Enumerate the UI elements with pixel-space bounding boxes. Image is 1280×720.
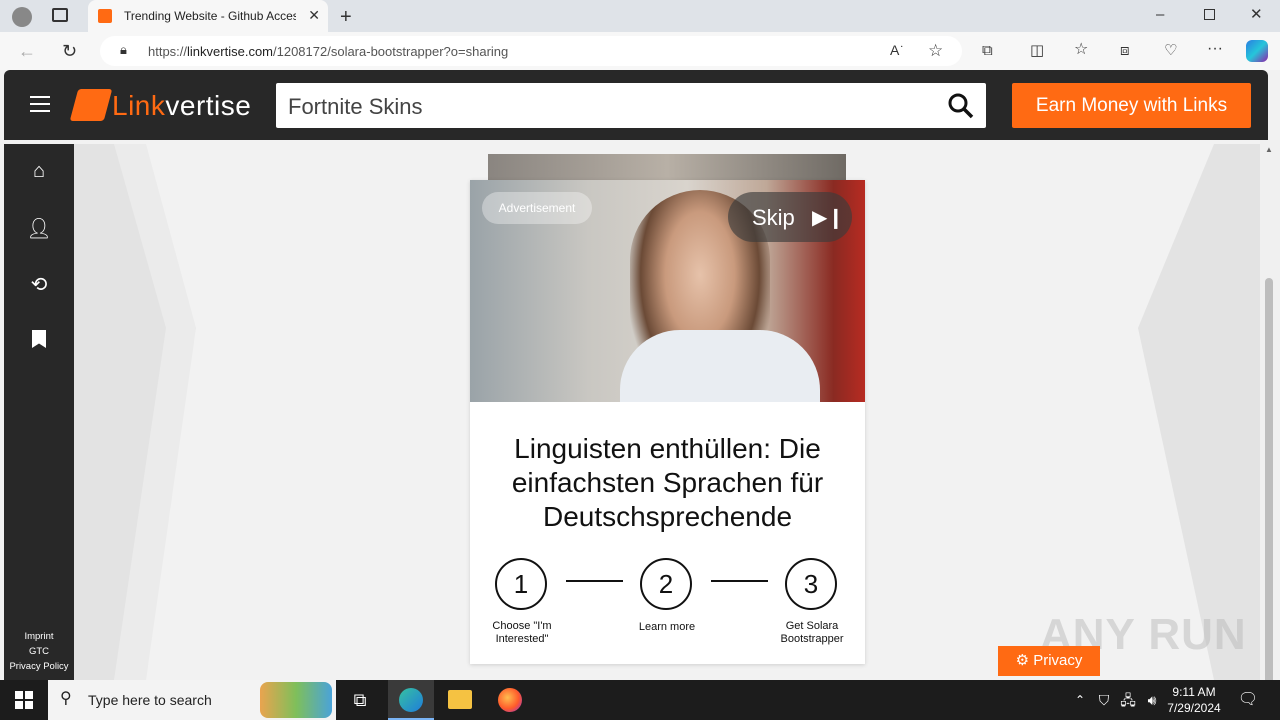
windows-start-icon[interactable] <box>12 688 36 712</box>
restore-icon[interactable] <box>1204 9 1215 20</box>
gear-icon: ⚙ <box>1015 652 1034 669</box>
site-header: Linkvertise Fortnite Skins Earn Money wi… <box>4 70 1268 140</box>
scroll-up-icon[interactable]: ▲ <box>1265 146 1273 154</box>
history-icon[interactable]: ⟲ <box>26 272 52 298</box>
earn-money-button[interactable]: Earn Money with Links <box>1012 83 1251 128</box>
back-icon[interactable]: ← <box>18 42 36 60</box>
tab-title: Trending Website - Github Acces <box>124 9 296 23</box>
browser-toolbar: ← ↻ 🔒︎ https://linkvertise.com/1208172/s… <box>0 32 1280 70</box>
edge-icon <box>399 688 423 712</box>
split-screen-icon[interactable]: ◫ <box>1030 43 1044 58</box>
page-scrollbar[interactable]: ▲ ▼ <box>1260 140 1280 680</box>
lock-icon[interactable]: 🔒︎ <box>120 43 127 56</box>
favicon-icon <box>98 9 112 23</box>
step-1-circle: 1 <box>495 558 547 610</box>
file-explorer-icon[interactable] <box>448 690 472 709</box>
new-tab-icon[interactable]: + <box>340 7 352 27</box>
site-logo[interactable]: Linkvertise <box>112 90 251 122</box>
clock-date: 7/29/2024 <box>1167 701 1221 715</box>
taskbar-search-box[interactable]: ⚲ Type here to search <box>48 680 336 720</box>
extensions-icon[interactable]: ⧉ <box>982 43 993 58</box>
collections-icon[interactable]: ⧈ <box>1120 43 1130 58</box>
taskbar-clock[interactable]: 9:11 AM 7/29/2024 <box>1160 684 1228 716</box>
gtc-link[interactable]: GTC <box>4 644 74 659</box>
advertisement-badge: Advertisement <box>482 192 592 224</box>
network-icon[interactable]: 🖧︎ <box>1116 688 1140 712</box>
security-icon[interactable]: ⛉ <box>1092 688 1116 712</box>
step-connector <box>566 580 623 582</box>
web-page: Linkvertise Fortnite Skins Earn Money wi… <box>0 70 1280 680</box>
home-icon[interactable]: ⌂ <box>26 160 52 186</box>
linkvertise-logo-icon[interactable] <box>69 89 113 121</box>
ad-card[interactable]: Advertisement Skip ▶❙ Linguisten enthüll… <box>470 180 865 664</box>
sidebar-footer: Imprint GTC Privacy Policy <box>4 629 74 674</box>
search-input[interactable]: Fortnite Skins <box>276 83 986 128</box>
edge-taskbar-button[interactable] <box>388 680 434 720</box>
skip-button[interactable]: Skip ▶❙ <box>728 192 852 242</box>
refresh-icon[interactable]: ↻ <box>62 42 77 60</box>
clock-time: 9:11 AM <box>1172 685 1216 699</box>
bookmark-icon[interactable] <box>26 328 52 354</box>
step-3-label: Get Solara Bootstrapper <box>780 620 844 645</box>
search-value[interactable]: Fortnite Skins <box>288 94 423 120</box>
copilot-icon[interactable] <box>1246 40 1268 62</box>
step-3-circle: 3 <box>785 558 837 610</box>
profile-icon[interactable] <box>12 7 32 27</box>
notifications-icon[interactable]: 🗨︎ <box>1236 688 1260 712</box>
firefox-icon[interactable] <box>498 688 522 712</box>
ad-photo-shirt <box>620 330 820 402</box>
imprint-link[interactable]: Imprint <box>4 629 74 644</box>
show-hidden-icons-icon[interactable]: ⌃ <box>1068 688 1092 712</box>
url-text[interactable]: https://linkvertise.com/1208172/solara-b… <box>148 44 508 59</box>
search-highlight-icon <box>260 682 332 718</box>
active-tab[interactable]: Trending Website - Github Acces ✕ <box>88 0 328 32</box>
skip-next-icon: ▶❙ <box>812 207 845 229</box>
step-2-label: Learn more <box>638 621 696 633</box>
read-aloud-icon[interactable]: A͘ <box>890 43 899 57</box>
privacy-policy-link[interactable]: Privacy Policy <box>4 659 74 674</box>
task-view-icon[interactable]: ⧉ <box>348 688 372 712</box>
step-2-circle: 2 <box>640 558 692 610</box>
browser-essentials-icon[interactable]: ♡ <box>1164 43 1177 58</box>
tab-actions-icon[interactable] <box>52 8 68 22</box>
address-bar[interactable]: 🔒︎ https://linkvertise.com/1208172/solar… <box>100 36 962 66</box>
favorites-icon[interactable]: ☆ <box>1074 42 1088 58</box>
favorite-star-icon[interactable]: ☆ <box>928 42 943 59</box>
search-icon: ⚲ <box>60 690 72 707</box>
step-1-label: Choose "I'm Interested" <box>492 620 552 645</box>
windows-taskbar: ⚲ Type here to search ⧉ ⌃ ⛉ 🖧︎ 🔊︎ 9:11 A… <box>0 680 1280 720</box>
site-sidebar: ⌂ 👤︎ ⟲ Imprint GTC Privacy Policy <box>4 144 74 680</box>
step-connector <box>711 580 768 582</box>
search-icon[interactable] <box>948 93 974 119</box>
close-window-icon[interactable]: ✕ <box>1250 7 1263 22</box>
ad-headline[interactable]: Linguisten enthüllen: Die einfachsten Sp… <box>480 432 855 534</box>
privacy-button[interactable]: ⚙ Privacy <box>998 646 1100 676</box>
taskbar-search-placeholder[interactable]: Type here to search <box>88 692 212 708</box>
skip-label: Skip <box>752 205 795 230</box>
ad-image[interactable]: Advertisement Skip ▶❙ <box>470 180 865 402</box>
user-icon[interactable]: 👤︎ <box>26 216 52 242</box>
close-tab-icon[interactable]: ✕ <box>308 7 320 24</box>
minimize-icon[interactable]: – <box>1156 7 1164 22</box>
more-menu-icon[interactable]: ··· <box>1207 41 1223 57</box>
scrollbar-thumb[interactable] <box>1265 278 1273 680</box>
browser-tab-bar: Trending Website - Github Acces ✕ + – ✕ <box>0 0 1280 32</box>
hamburger-menu-icon[interactable] <box>30 96 50 112</box>
